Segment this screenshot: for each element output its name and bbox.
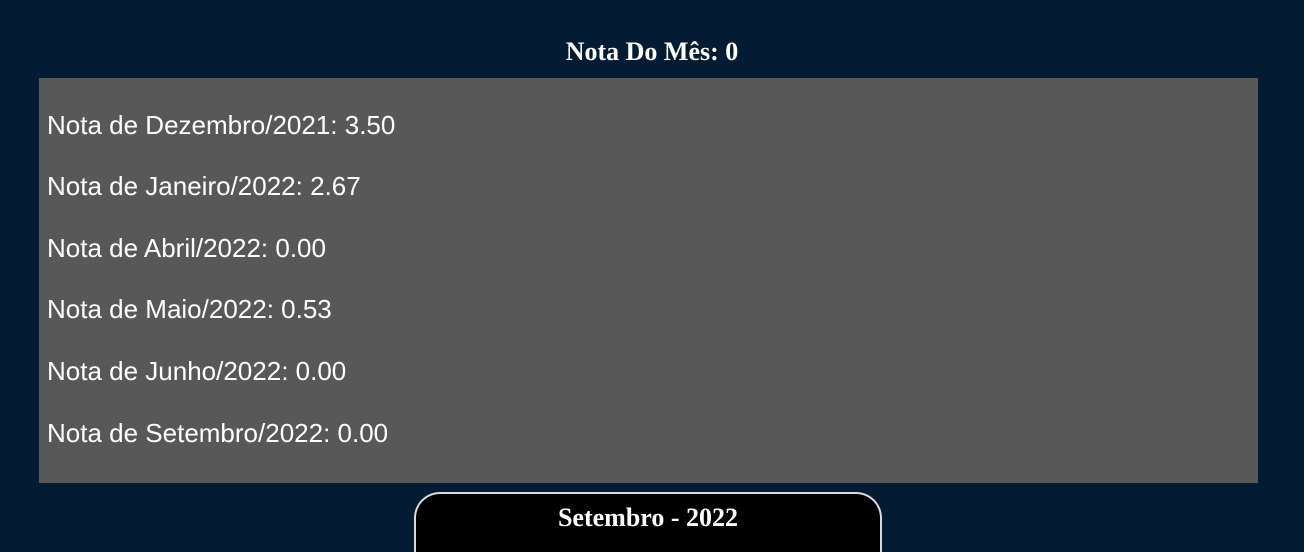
- month-selector-button[interactable]: Setembro - 2022: [414, 492, 882, 552]
- page-title: Nota Do Mês: 0: [565, 37, 739, 66]
- note-item-may-2022: Nota de Maio/2022: 0.53: [47, 294, 332, 324]
- note-item-april-2022: Nota de Abril/2022: 0.00: [47, 233, 326, 263]
- note-item-december-2021: Nota de Dezembro/2021: 3.50: [47, 110, 396, 140]
- notes-panel: Nota de Dezembro/2021: 3.50 Nota de Jane…: [39, 78, 1258, 483]
- note-item-january-2022: Nota de Janeiro/2022: 2.67: [47, 171, 361, 201]
- note-item-september-2022: Nota de Setembro/2022: 0.00: [47, 418, 389, 448]
- note-item-june-2022: Nota de Junho/2022: 0.00: [47, 356, 347, 386]
